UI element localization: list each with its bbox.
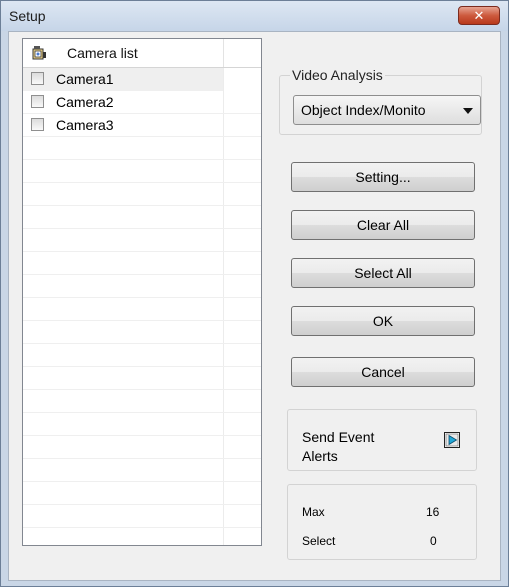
empty-row	[23, 275, 261, 298]
empty-row	[23, 183, 261, 206]
list-item[interactable]: Camera2	[23, 91, 261, 114]
empty-row	[23, 436, 261, 459]
header-divider	[223, 39, 224, 67]
camera-label: Camera1	[56, 71, 114, 87]
selection-stats-group	[287, 484, 477, 560]
clear-all-button[interactable]: Clear All	[291, 210, 475, 240]
select-value: 0	[430, 534, 437, 548]
window-title: Setup	[9, 8, 46, 24]
title-bar: Setup ✕	[1, 1, 508, 31]
empty-row	[23, 367, 261, 390]
chevron-down-icon	[463, 108, 473, 114]
empty-row	[23, 505, 261, 528]
empty-row	[23, 482, 261, 505]
cancel-button[interactable]: Cancel	[291, 357, 475, 387]
max-label: Max	[302, 505, 325, 519]
empty-row	[23, 229, 261, 252]
empty-row	[23, 321, 261, 344]
video-analysis-label: Video Analysis	[290, 67, 385, 83]
empty-row	[23, 206, 261, 229]
video-analysis-value: Object Index/Monito	[301, 102, 426, 118]
select-label: Select	[302, 534, 336, 548]
camera-label: Camera3	[56, 117, 114, 133]
camera-list-header[interactable]: Camera list	[23, 39, 261, 68]
select-all-button[interactable]: Select All	[291, 258, 475, 288]
camera-label: Camera2	[56, 94, 114, 110]
empty-row	[23, 160, 261, 183]
camera-list-icon	[32, 46, 46, 60]
camera-list-title: Camera list	[67, 45, 138, 61]
camera-list[interactable]: Camera list Camera1 Camera2 Camera3	[22, 38, 262, 546]
setup-dialog: Setup ✕ Camera list Camera1 Camera2 Came…	[0, 0, 509, 587]
setting-button[interactable]: Setting...	[291, 162, 475, 192]
empty-row	[23, 344, 261, 367]
empty-row	[23, 413, 261, 436]
send-event-alerts-label: Send Event Alerts	[302, 429, 375, 464]
empty-row	[23, 137, 261, 160]
empty-row	[23, 528, 261, 545]
camera2-checkbox[interactable]	[31, 95, 44, 108]
video-analysis-dropdown[interactable]: Object Index/Monito	[293, 95, 481, 125]
ok-button[interactable]: OK	[291, 306, 475, 336]
max-value: 16	[426, 505, 440, 519]
camera1-checkbox[interactable]	[31, 72, 44, 85]
list-item[interactable]: Camera3	[23, 114, 261, 137]
empty-row	[23, 459, 261, 482]
empty-row	[23, 252, 261, 275]
close-button[interactable]: ✕	[458, 6, 500, 25]
camera-list-rows: Camera1 Camera2 Camera3	[23, 68, 261, 545]
play-icon[interactable]	[444, 432, 460, 448]
empty-row	[23, 298, 261, 321]
empty-row	[23, 390, 261, 413]
list-item[interactable]: Camera1	[23, 68, 223, 91]
close-icon: ✕	[473, 9, 485, 24]
camera3-checkbox[interactable]	[31, 118, 44, 131]
